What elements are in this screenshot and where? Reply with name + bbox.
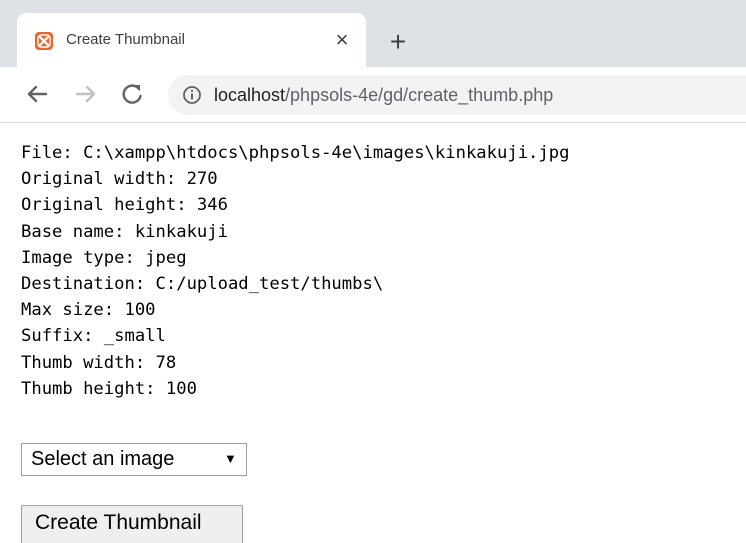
output-line-thumb-height: Thumb height: 100: [21, 378, 197, 399]
tab-close-icon[interactable]: ×: [329, 27, 355, 53]
browser-toolbar: localhost/phpsols-4e/gd/create_thumb.php: [0, 67, 746, 123]
url-path: /phpsols-4e/gd/create_thumb.php: [285, 85, 554, 105]
address-bar[interactable]: localhost/phpsols-4e/gd/create_thumb.php: [168, 75, 746, 115]
xampp-icon: [35, 32, 53, 50]
output-line-original-width: Original width: 270: [21, 169, 218, 190]
output-line-file: File: C:\xampp\htdocs\phpsols-4e\images\…: [21, 143, 570, 163]
create-thumbnail-label: Create Thumbnail: [35, 511, 202, 534]
output-line-max-size: Max size: 100: [21, 300, 156, 321]
create-thumbnail-button[interactable]: Create Thumbnail: [21, 505, 243, 543]
browser-tab[interactable]: Create Thumbnail ×: [17, 13, 366, 67]
reload-icon[interactable]: [117, 79, 147, 109]
output-line-destination: Destination: C:/upload_test/thumbs\: [21, 274, 384, 295]
forward-arrow-icon[interactable]: [71, 79, 101, 109]
image-select-value: Select an image: [31, 448, 175, 470]
page-output: File: C:\xampp\htdocs\phpsols-4e\images\…: [21, 140, 569, 402]
tab-strip: Create Thumbnail × +: [0, 0, 746, 67]
output-line-suffix: Suffix: _small: [21, 326, 166, 347]
output-line-thumb-width: Thumb width: 78: [21, 352, 177, 373]
output-line-image-type: Image type: jpeg: [21, 247, 187, 268]
output-line-base-name: Base name: kinkakuji: [21, 221, 228, 242]
url-text: localhost/phpsols-4e/gd/create_thumb.php: [214, 85, 553, 106]
new-tab-button[interactable]: +: [383, 27, 413, 57]
back-arrow-icon[interactable]: [22, 79, 52, 109]
image-select[interactable]: Select an image ▼: [21, 443, 247, 476]
output-line-original-height: Original height: 346: [21, 195, 228, 216]
info-icon[interactable]: [182, 85, 202, 110]
tab-title: Create Thumbnail: [66, 31, 185, 48]
url-host: localhost: [214, 85, 286, 105]
dropdown-arrow-icon: ▼: [224, 451, 237, 466]
